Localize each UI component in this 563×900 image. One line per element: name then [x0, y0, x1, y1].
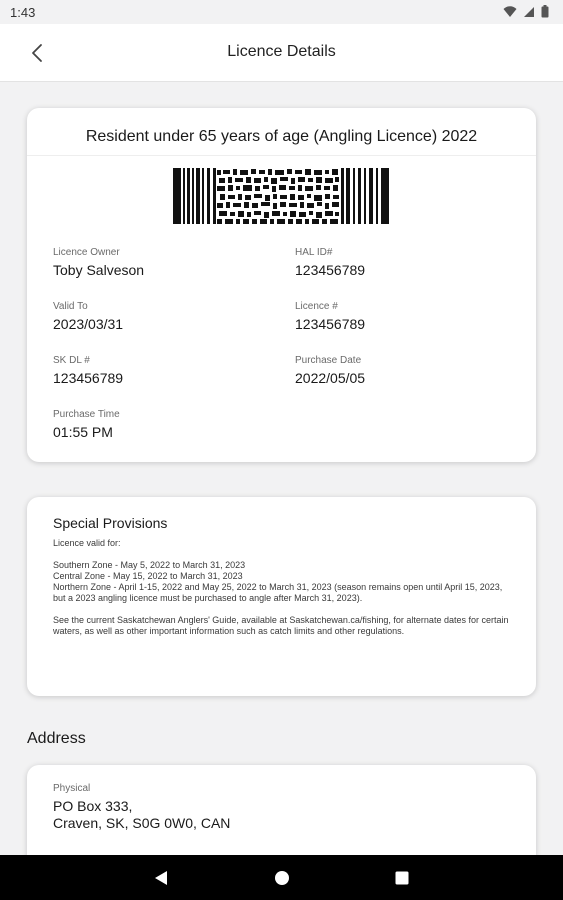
purchase-time-field: Purchase Time 01:55 PM — [53, 409, 120, 440]
status-time: 1:43 — [10, 5, 36, 20]
hal-id-label: HAL ID# — [295, 247, 333, 258]
provisions-northern-zone: Northern Zone - April 1-15, 2022 and May… — [53, 582, 503, 603]
nav-recents-button[interactable] — [384, 855, 420, 900]
purchase-date-field: Purchase Date 2022/05/05 — [295, 355, 365, 386]
special-provisions-text: Licence valid for: Southern Zone - May 5… — [53, 538, 515, 637]
signal-icon — [524, 6, 534, 17]
purchase-time-value: 01:55 PM — [53, 424, 113, 440]
page-title: Licence Details — [227, 43, 336, 60]
licence-title: Resident under 65 years of age (Angling … — [85, 128, 478, 145]
triangle-back-icon — [155, 870, 167, 885]
valid-to-label: Valid To — [53, 301, 88, 312]
app-bar: Licence Details — [0, 24, 563, 82]
licence-card: Resident under 65 years of age (Angling … — [27, 108, 536, 462]
valid-to-field: Valid To 2023/03/31 — [53, 301, 123, 332]
circle-home-icon — [275, 870, 289, 885]
purchase-date-value: 2022/05/05 — [295, 370, 366, 386]
hal-id-field: HAL ID# 123456789 — [295, 247, 365, 278]
barcode-image — [173, 168, 389, 224]
provisions-southern-zone: Southern Zone - May 5, 2022 to March 31,… — [53, 560, 246, 570]
purchase-time-label: Purchase Time — [53, 409, 120, 420]
licence-owner-field: Licence Owner Toby Salveson — [53, 247, 144, 278]
provisions-intro: Licence valid for: — [53, 538, 121, 548]
licence-owner-label: Licence Owner — [53, 247, 120, 258]
sk-dl-label: SK DL # — [53, 355, 90, 366]
physical-address-label: Physical — [53, 783, 91, 794]
battery-icon — [541, 5, 549, 18]
physical-address-field: Physical PO Box 333, Craven, SK, S0G 0W0… — [53, 783, 230, 831]
special-provisions-card: Special Provisions Licence valid for: So… — [27, 497, 536, 696]
sk-dl-value: 123456789 — [53, 370, 124, 386]
licence-owner-value: Toby Salveson — [53, 262, 145, 278]
licence-number-value: 123456789 — [295, 316, 366, 332]
divider — [27, 155, 536, 156]
nav-back-button[interactable] — [143, 855, 179, 900]
system-nav-bar — [0, 855, 563, 900]
sk-dl-field: SK DL # 123456789 — [53, 355, 123, 386]
physical-address-line2: Craven, SK, S0G 0W0, CAN — [53, 815, 231, 831]
purchase-date-label: Purchase Date — [295, 355, 362, 366]
wifi-icon — [503, 5, 517, 17]
valid-to-value: 2023/03/31 — [53, 316, 124, 332]
nav-home-button[interactable] — [264, 855, 300, 900]
provisions-central-zone: Central Zone - May 15, 2022 to March 31,… — [53, 571, 243, 581]
special-provisions-title: Special Provisions — [53, 515, 168, 531]
hal-id-value: 123456789 — [295, 262, 366, 278]
licence-number-field: Licence # 123456789 — [295, 301, 365, 332]
provisions-guide-note: See the current Saskatchewan Anglers' Gu… — [53, 615, 509, 636]
status-icons — [503, 5, 549, 18]
status-bar: 1:43 — [0, 0, 563, 24]
physical-address-line1: PO Box 333, — [53, 798, 133, 814]
licence-number-label: Licence # — [295, 301, 338, 312]
square-recents-icon — [395, 871, 409, 884]
address-section-title: Address — [27, 730, 86, 747]
